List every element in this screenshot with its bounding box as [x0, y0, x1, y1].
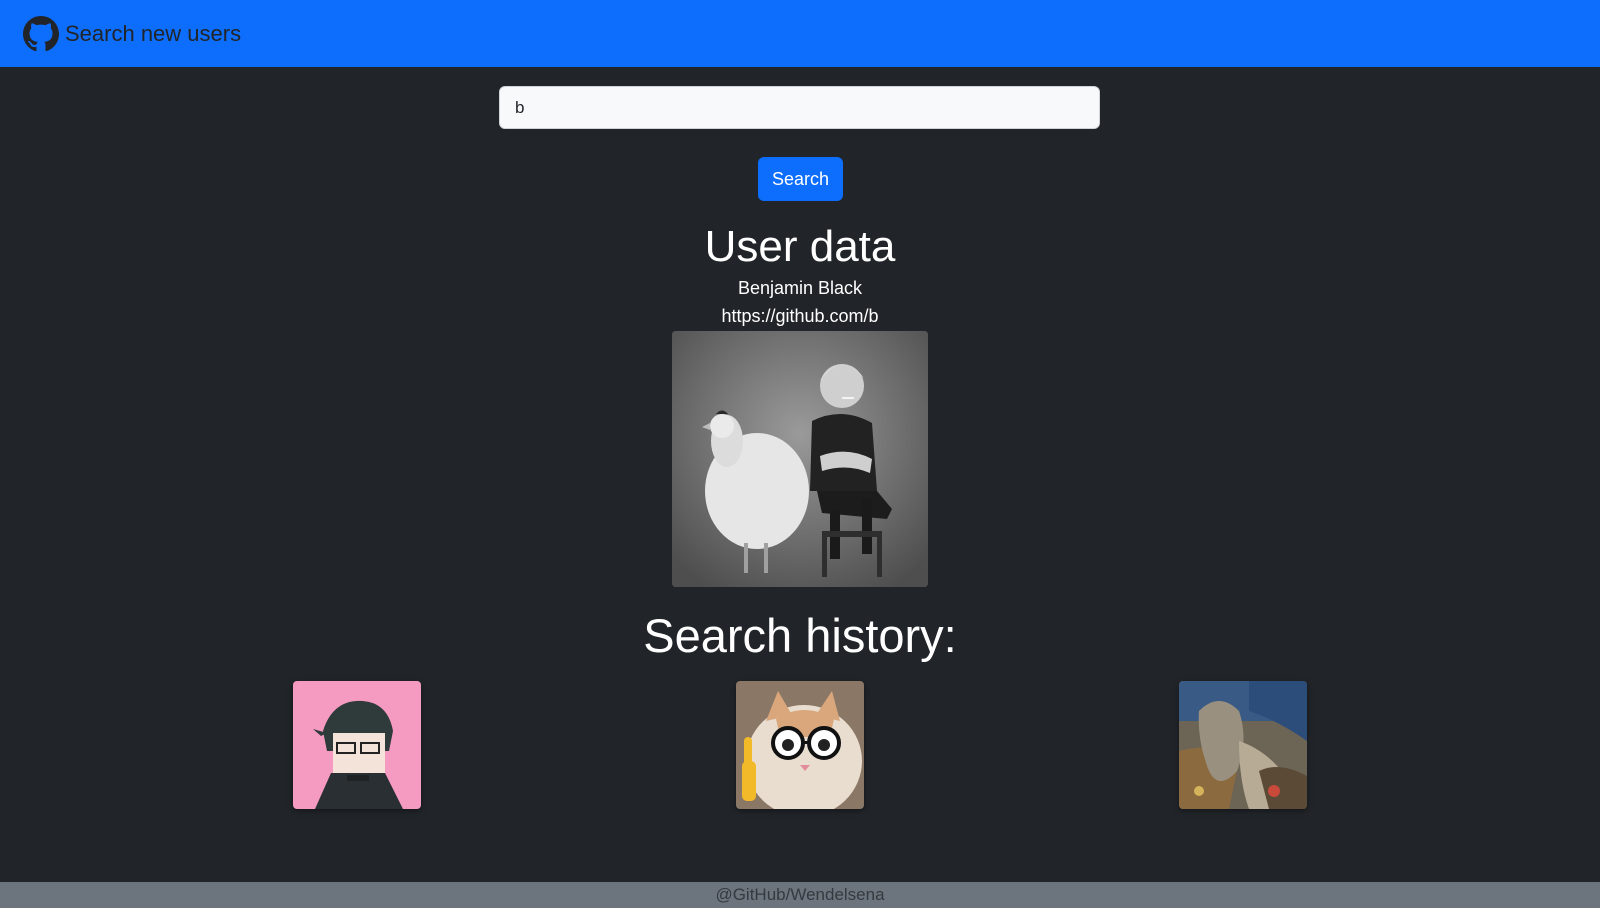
history-avatar-3[interactable]	[1179, 681, 1307, 809]
search-history-heading: Search history:	[643, 609, 957, 662]
user-avatar	[672, 331, 928, 587]
search-button[interactable]: Search	[758, 157, 843, 201]
user-profile-url: https://github.com/b	[721, 306, 879, 326]
github-icon	[23, 15, 59, 52]
footer-credit: @GitHub/Wendelsena	[715, 885, 885, 904]
navbar: Search new users	[0, 0, 1600, 67]
history-avatar-2[interactable]	[736, 681, 864, 809]
history-avatar-1[interactable]	[293, 681, 421, 809]
navbar-title: Search new users	[65, 20, 242, 46]
search-input[interactable]	[499, 86, 1100, 129]
footer: @GitHub/Wendelsena	[0, 882, 1600, 908]
user-name: Benjamin Black	[737, 278, 863, 298]
navbar-brand[interactable]: Search new users	[23, 15, 242, 52]
user-data-heading: User data	[704, 222, 896, 271]
